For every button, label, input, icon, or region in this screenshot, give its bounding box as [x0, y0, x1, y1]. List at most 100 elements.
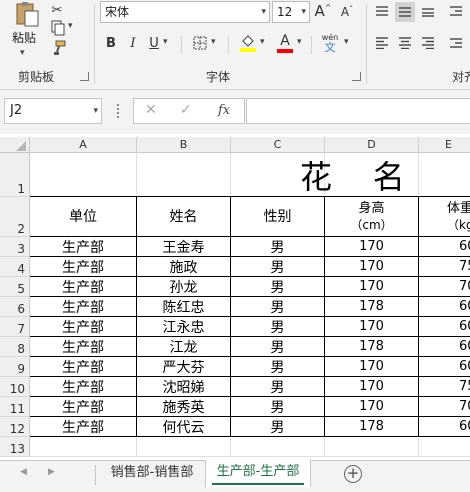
column-header-c[interactable]: C — [231, 137, 325, 153]
cell-unit[interactable]: 生产部 — [30, 317, 137, 337]
font-name-select[interactable]: 宋体 ▾ — [100, 1, 270, 23]
chevron-down-icon[interactable]: ▾ — [93, 99, 98, 123]
cell-unit[interactable]: 生产部 — [30, 337, 137, 357]
header-unit[interactable]: 单位 — [30, 197, 137, 237]
cell-gender[interactable]: 男 — [231, 377, 325, 397]
cell-gender[interactable]: 男 — [231, 417, 325, 437]
row-header-2[interactable]: 2 — [0, 197, 30, 237]
cell-name[interactable]: 王金寿 — [137, 237, 231, 257]
enter-icon[interactable]: ✓ — [180, 102, 192, 118]
cell-weight[interactable]: 60 — [419, 357, 470, 377]
column-header-a[interactable]: A — [30, 137, 137, 153]
copy-dropdown-arrow[interactable]: ▾ — [68, 21, 73, 31]
cell-gender[interactable]: 男 — [231, 297, 325, 317]
cell-unit[interactable]: 生产部 — [30, 397, 137, 417]
column-header-e[interactable]: E — [419, 137, 470, 153]
empty-cell[interactable] — [231, 437, 325, 457]
sheet-tab-production[interactable]: 生产部-生产部 — [205, 460, 311, 487]
align-center-icon[interactable] — [395, 34, 415, 52]
bold-button[interactable]: B — [102, 34, 120, 52]
sheet-tab-sales[interactable]: 销售部-销售部 — [100, 461, 204, 487]
prev-sheet-icon[interactable]: ◀ — [20, 467, 27, 477]
cell-unit[interactable]: 生产部 — [30, 297, 137, 317]
empty-cell[interactable] — [137, 153, 231, 197]
formula-input[interactable] — [246, 98, 470, 124]
cell-weight[interactable]: 60 — [419, 297, 470, 317]
cell-weight[interactable]: 70 — [419, 277, 470, 297]
fill-color-icon[interactable] — [238, 32, 258, 54]
phonetic-dropdown-arrow[interactable]: ▾ — [344, 37, 349, 47]
align-left-icon[interactable] — [372, 34, 392, 52]
insert-function-icon[interactable]: fx — [218, 103, 230, 118]
align-right-icon[interactable] — [418, 34, 438, 52]
cell-name[interactable]: 严大芬 — [137, 357, 231, 377]
align-top-icon[interactable] — [372, 2, 392, 20]
formula-bar-grip[interactable] — [117, 104, 120, 118]
paste-dropdown-arrow[interactable]: ▾ — [20, 48, 25, 58]
cell-name[interactable]: 江龙 — [137, 337, 231, 357]
font-dialog-launcher[interactable] — [352, 72, 361, 81]
cell-height[interactable]: 178 — [325, 337, 419, 357]
select-all-corner[interactable] — [0, 137, 30, 153]
grow-font-button[interactable]: A ^ — [314, 2, 332, 20]
cell-weight[interactable]: 60 — [419, 417, 470, 437]
cell-weight[interactable]: 60 — [419, 237, 470, 257]
cut-icon[interactable]: ✂ — [48, 2, 66, 18]
sheet-title[interactable]: 花 名 — [300, 155, 470, 195]
cell-gender[interactable]: 男 — [231, 237, 325, 257]
header-name[interactable]: 姓名 — [137, 197, 231, 237]
copy-icon[interactable] — [48, 20, 68, 36]
border-icon[interactable] — [190, 34, 210, 52]
underline-dropdown-arrow[interactable]: ▾ — [163, 37, 168, 47]
empty-cell[interactable] — [325, 437, 419, 457]
cell-gender[interactable]: 男 — [231, 257, 325, 277]
cell-weight[interactable]: 75 — [419, 257, 470, 277]
header-gender[interactable]: 性别 — [231, 197, 325, 237]
cell-unit[interactable]: 生产部 — [30, 237, 137, 257]
cell-height[interactable]: 170 — [325, 317, 419, 337]
cell-gender[interactable]: 男 — [231, 397, 325, 417]
paste-button-label[interactable]: 粘贴 — [12, 29, 36, 46]
cell-height[interactable]: 170 — [325, 237, 419, 257]
chevron-down-icon[interactable]: ▾ — [261, 2, 266, 22]
add-sheet-button[interactable]: + — [344, 465, 362, 483]
cell-height[interactable]: 178 — [325, 417, 419, 437]
empty-cell[interactable] — [419, 437, 470, 457]
cell-gender[interactable]: 男 — [231, 337, 325, 357]
cell-height[interactable]: 170 — [325, 277, 419, 297]
cell-height[interactable]: 170 — [325, 357, 419, 377]
cancel-icon[interactable]: ✕ — [145, 102, 157, 118]
font-size-select[interactable]: 12 ▾ — [272, 1, 310, 23]
cell-gender[interactable]: 男 — [231, 357, 325, 377]
cell-name[interactable]: 陈红忠 — [137, 297, 231, 317]
cell-height[interactable]: 170 — [325, 257, 419, 277]
align-bottom-icon[interactable] — [418, 2, 438, 20]
italic-button[interactable]: I — [124, 34, 142, 52]
font-color-dropdown-arrow[interactable]: ▾ — [297, 37, 302, 47]
cell-name[interactable]: 何代云 — [137, 417, 231, 437]
cell-height[interactable]: 178 — [325, 297, 419, 317]
cell-name[interactable]: 江永忠 — [137, 317, 231, 337]
empty-cell[interactable] — [30, 153, 137, 197]
next-sheet-icon[interactable]: ▶ — [48, 467, 55, 477]
name-box[interactable]: J2 ▾ — [4, 98, 102, 124]
column-header-b[interactable]: B — [137, 137, 231, 153]
row-header-1[interactable]: 1 — [0, 153, 30, 197]
empty-cell[interactable] — [30, 437, 137, 457]
align-middle-icon[interactable] — [395, 2, 415, 22]
phonetic-guide-icon[interactable]: wén 文 — [318, 31, 342, 55]
cell-height[interactable]: 170 — [325, 377, 419, 397]
header-weight[interactable]: 体重 （kg — [419, 197, 470, 237]
chevron-down-icon[interactable]: ▾ — [301, 2, 306, 22]
cell-unit[interactable]: 生产部 — [30, 377, 137, 397]
cell-gender[interactable]: 男 — [231, 317, 325, 337]
shrink-font-button[interactable]: Aˇ — [338, 4, 356, 20]
cell-unit[interactable]: 生产部 — [30, 357, 137, 377]
cell-name[interactable]: 施秀英 — [137, 397, 231, 417]
fill-color-dropdown-arrow[interactable]: ▾ — [260, 37, 265, 47]
cell-height[interactable]: 170 — [325, 397, 419, 417]
font-color-icon[interactable]: A — [276, 32, 294, 54]
cell-gender[interactable]: 男 — [231, 277, 325, 297]
cell-unit[interactable]: 生产部 — [30, 417, 137, 437]
header-height[interactable]: 身高 （cm） — [325, 197, 419, 237]
